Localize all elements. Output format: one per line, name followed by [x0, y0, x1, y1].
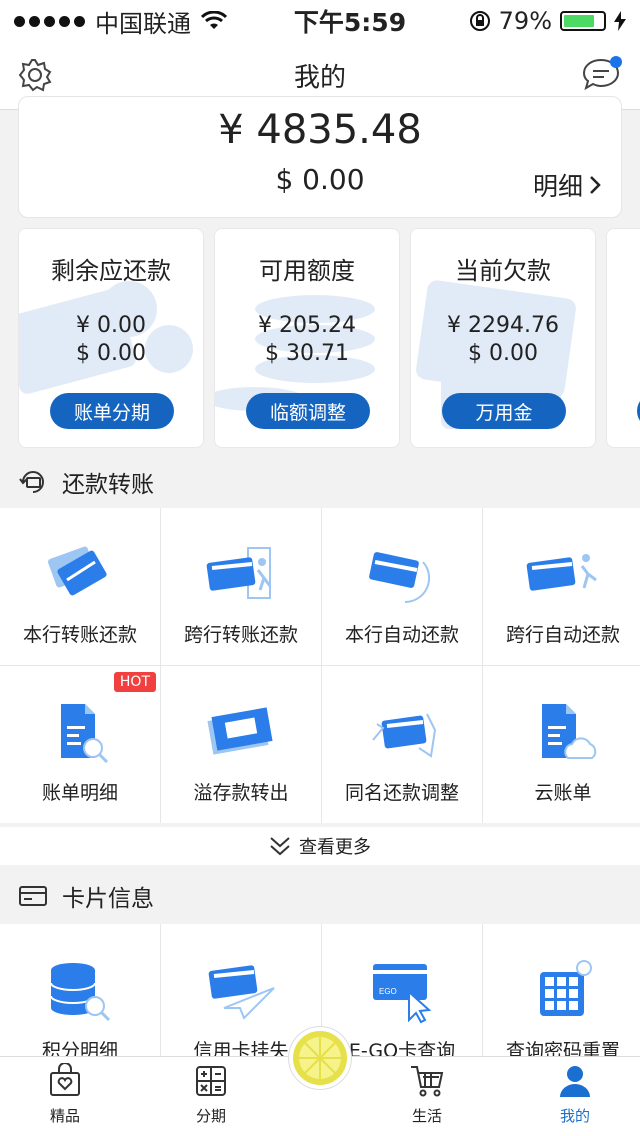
- temp-limit-button[interactable]: 临额调整: [246, 393, 370, 429]
- show-more-button[interactable]: 查看更多: [0, 827, 640, 865]
- balance-detail-link[interactable]: 明细: [533, 167, 601, 203]
- balance-cny: ¥ 4835.48: [218, 107, 422, 153]
- keypad-gear-icon: [540, 960, 592, 1016]
- stat-cny: ¥ 0.00: [76, 313, 146, 338]
- grid-item-bill-detail[interactable]: HOT 账单明细: [0, 666, 160, 823]
- grid-item-cloud-bill[interactable]: 云账单: [483, 666, 640, 823]
- stat-cny: ¥ 205.24: [258, 313, 356, 338]
- card-outline-icon: [19, 886, 47, 906]
- card-section-header: 卡片信息: [0, 868, 640, 924]
- balance-card: ¥ 4835.48 $ 0.00 明细: [18, 96, 622, 218]
- status-right: 79%: [446, 7, 626, 35]
- bill-installment-button[interactable]: 账单分期: [50, 393, 174, 429]
- balance-detail-label: 明细: [532, 172, 583, 201]
- gear-icon[interactable]: [18, 58, 52, 92]
- hot-badge: HOT: [113, 672, 156, 692]
- tab-installment[interactable]: 分期: [166, 1063, 256, 1126]
- cards-transfer-icon: [47, 546, 107, 596]
- double-chevron-down-icon: [270, 837, 290, 856]
- grid-item-cross-auto[interactable]: 跨行自动还款: [483, 508, 640, 665]
- document-cloud-icon: [542, 704, 597, 759]
- charging-icon: [614, 11, 626, 31]
- stat-cny: ¥ 2294.76: [447, 313, 559, 338]
- card-cycle-icon: [19, 471, 44, 493]
- card-section-title: 卡片信息: [62, 886, 154, 912]
- grid-item-label: 本行转账还款: [22, 624, 137, 646]
- balance-usd: $ 0.00: [275, 163, 365, 196]
- status-left: 中国联通: [14, 4, 254, 39]
- battery-percent: 79%: [498, 7, 552, 35]
- unread-dot: [610, 56, 622, 68]
- grid-item-label: 跨行转账还款: [183, 624, 298, 646]
- message-button[interactable]: [582, 56, 622, 94]
- chevron-right-icon: [590, 176, 601, 194]
- card-runner-icon: [526, 554, 597, 591]
- status-bar: 中国联通 下午5:59 79%: [0, 0, 640, 42]
- stat-title: 剩余应还款: [51, 257, 171, 285]
- grid-item-label: 账单明细: [41, 782, 118, 804]
- shopping-cart-icon: [411, 1066, 444, 1097]
- grid-item-label: 本行自动还款: [344, 624, 459, 646]
- database-search-icon: [50, 963, 111, 1022]
- tab-life[interactable]: 生活: [382, 1063, 472, 1126]
- card-hand-icon: [372, 713, 437, 758]
- grid-item-own-auto[interactable]: 本行自动还款: [322, 508, 482, 665]
- stat-card-owed: 当前欠款 ¥ 2294.76 $ 0.00 万用金: [410, 228, 596, 448]
- show-more-label: 查看更多: [299, 837, 371, 858]
- card-paper-plane-icon: [208, 965, 275, 1020]
- tab-label: 分期: [195, 1107, 226, 1125]
- card-auto-cycle-icon: [369, 552, 431, 604]
- tab-featured[interactable]: 精品: [20, 1062, 110, 1126]
- rotation-lock-icon: [469, 11, 490, 31]
- wanyongjin-button[interactable]: 万用金: [442, 393, 566, 429]
- document-search-icon: [61, 704, 109, 764]
- gift-bag-icon: [50, 1062, 80, 1096]
- grid-item-label: 跨行自动还款: [505, 624, 620, 646]
- stat-card-partial: [606, 228, 640, 448]
- grid-item-overflow-out[interactable]: 溢存款转出: [161, 666, 321, 823]
- lemon-floating-button[interactable]: [288, 1026, 352, 1090]
- user-icon: [560, 1066, 590, 1097]
- grid-item-own-transfer[interactable]: 本行转账还款: [0, 508, 160, 665]
- stat-usd: $ 0.00: [76, 341, 146, 366]
- tab-label: 生活: [411, 1107, 442, 1125]
- stat-card-available: 可用额度 ¥ 205.24 $ 30.71 临额调整: [214, 228, 400, 448]
- signal-icon: [14, 15, 85, 27]
- calculator-icon: [196, 1066, 226, 1096]
- cash-stack-icon: [207, 707, 273, 755]
- card-cursor-icon: EGO: [373, 964, 432, 1024]
- card-door-runner-icon: [206, 547, 272, 599]
- stat-title: 可用额度: [259, 257, 355, 285]
- stat-usd: $ 30.71: [265, 341, 349, 366]
- tab-mine[interactable]: 我的: [530, 1063, 620, 1126]
- carrier-label: 中国联通: [95, 9, 191, 38]
- wifi-icon: [201, 11, 227, 29]
- stat-usd: $ 0.00: [468, 341, 538, 366]
- repay-section-title: 还款转账: [62, 472, 154, 498]
- tab-label: 我的: [559, 1107, 590, 1125]
- stat-title: 当前欠款: [455, 257, 551, 285]
- lemon-slice-icon: [293, 1031, 347, 1085]
- grid-item-same-name-adjust[interactable]: 同名还款调整: [322, 666, 482, 823]
- grid-item-label: 同名还款调整: [344, 782, 459, 804]
- grid-item-label: 溢存款转出: [193, 782, 289, 804]
- grid-item-cross-transfer[interactable]: 跨行转账还款: [161, 508, 321, 665]
- stat-card-remaining: 剩余应还款 ¥ 0.00 $ 0.00 账单分期: [18, 228, 204, 448]
- repay-section-header: 还款转账: [0, 454, 640, 510]
- battery-icon: [560, 11, 606, 31]
- repay-grid: 本行转账还款 跨行转账还款 本行自动还款 跨行自动还款 HOT 账单明细 溢存款…: [0, 508, 640, 823]
- page-title: 我的: [293, 63, 346, 93]
- tab-label: 精品: [49, 1107, 80, 1125]
- grid-item-label: 云账单: [534, 782, 592, 804]
- status-time: 下午5:59: [293, 8, 407, 37]
- ego-card-text: EGO: [379, 987, 397, 996]
